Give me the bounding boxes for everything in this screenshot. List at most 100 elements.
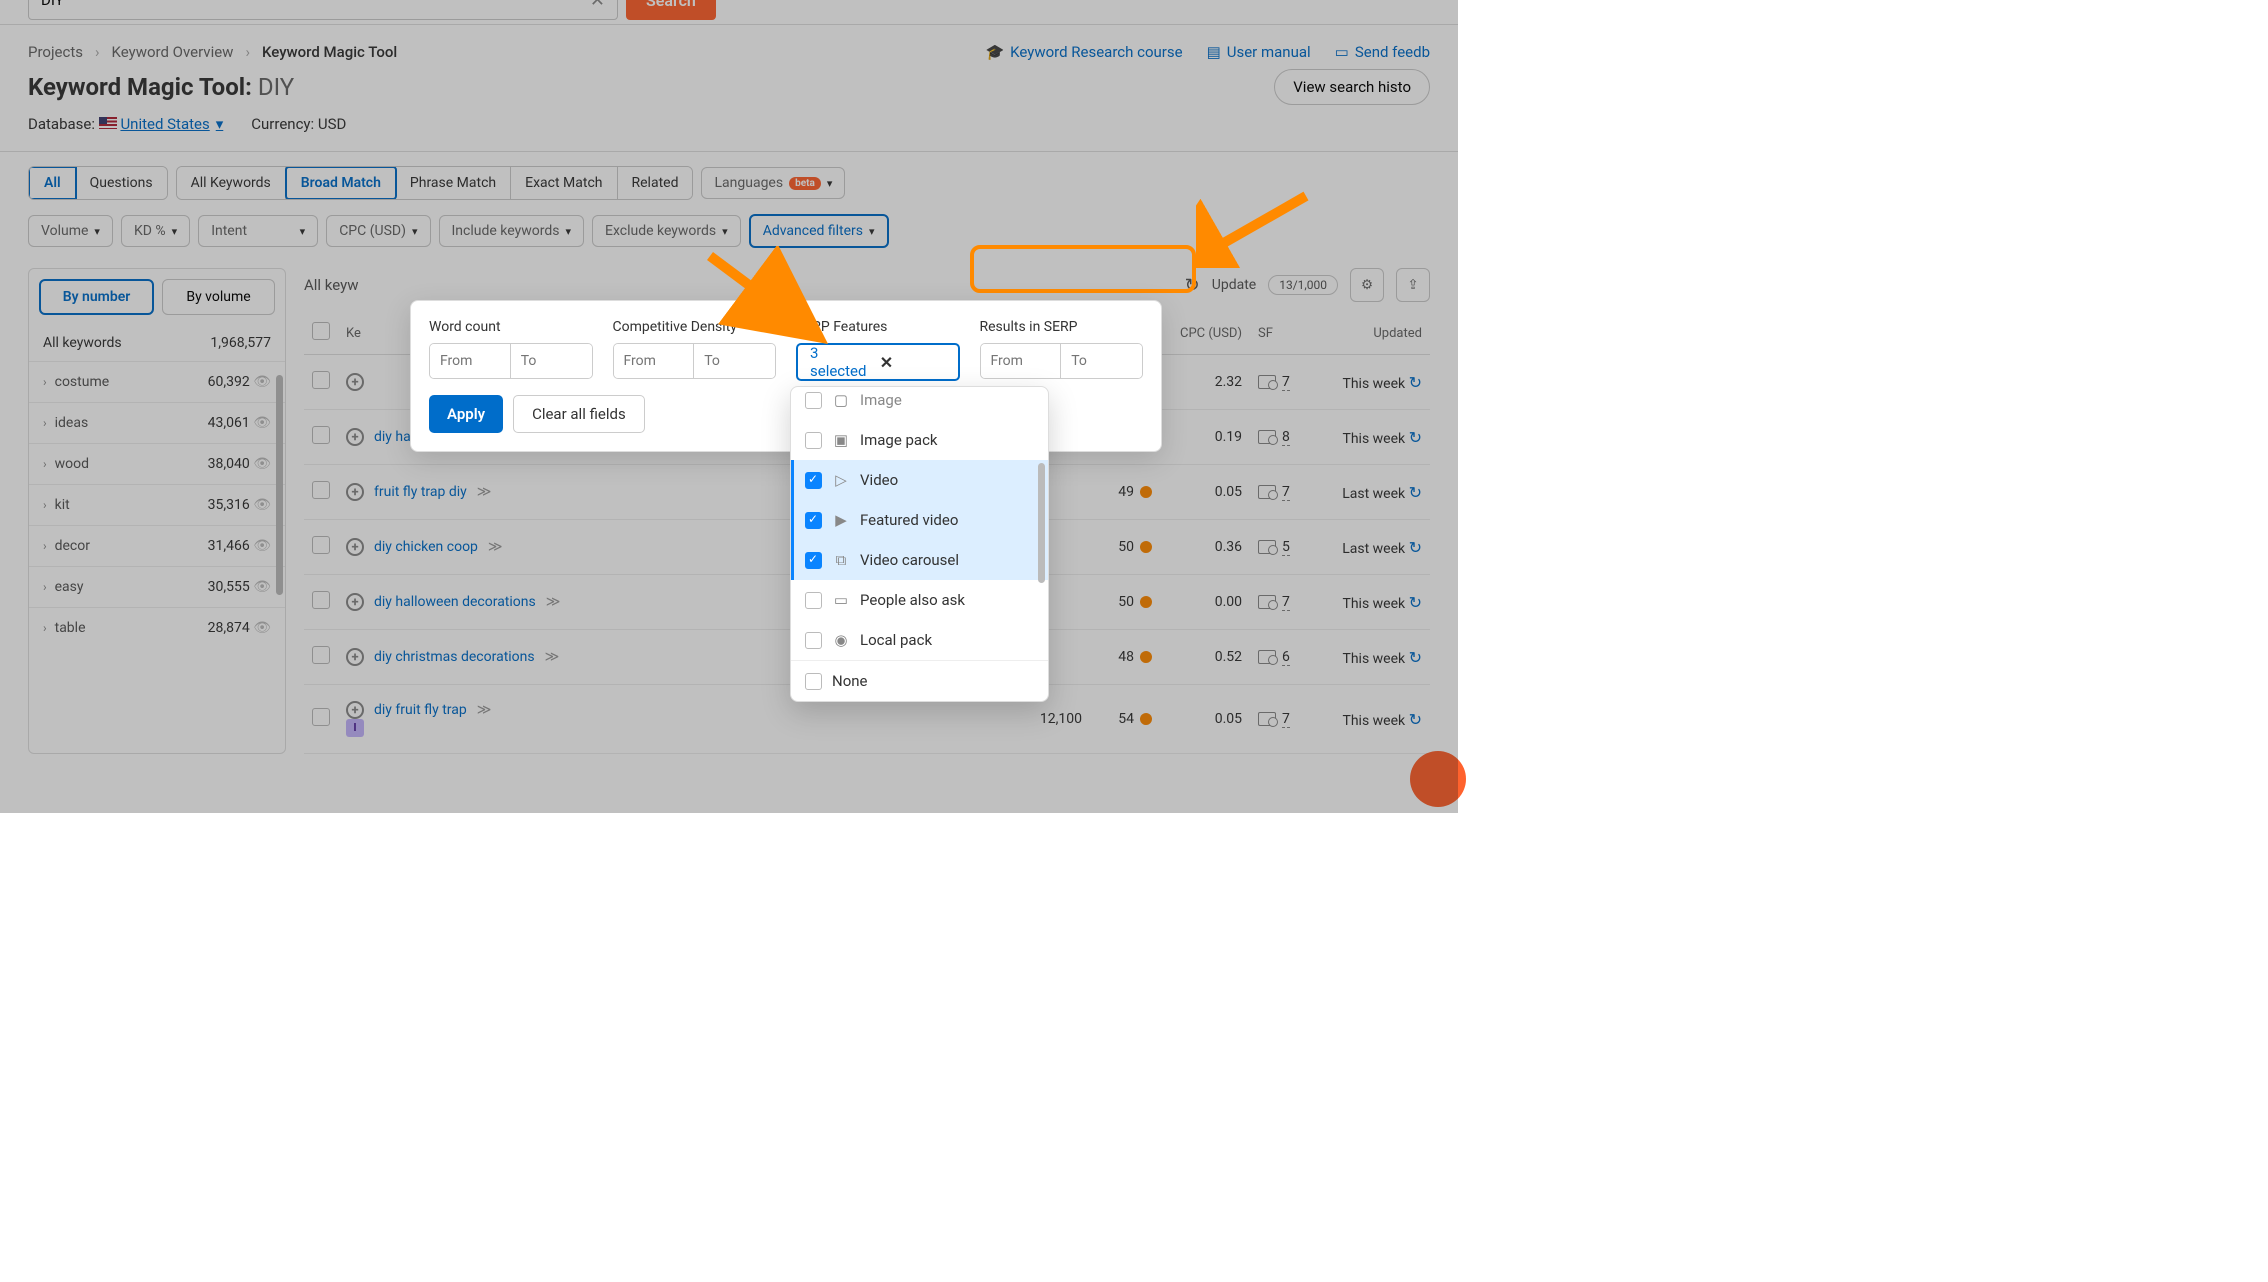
keyword-link[interactable]: fruit fly trap diy <box>374 484 467 500</box>
refresh-icon[interactable]: ↻ <box>1185 275 1200 296</box>
word-count-to[interactable] <box>511 344 592 378</box>
keyword-link[interactable]: diy fruit fly trap <box>374 702 467 718</box>
add-keyword-icon[interactable]: + <box>346 593 364 611</box>
word-count-from[interactable] <box>430 344 511 378</box>
kd-filter[interactable]: KD %▾ <box>121 215 190 247</box>
checkbox[interactable] <box>805 472 822 489</box>
add-keyword-icon[interactable]: + <box>346 373 364 391</box>
row-checkbox[interactable] <box>312 591 330 609</box>
serp-feature-icon[interactable] <box>1258 430 1276 444</box>
refresh-icon[interactable]: ↻ <box>1409 593 1422 612</box>
row-checkbox[interactable] <box>312 708 330 726</box>
advanced-filters-button[interactable]: Advanced filters▾ <box>749 214 889 248</box>
sidebar-item[interactable]: ›easy30,555 👁 <box>29 566 285 607</box>
sidebar-tab-by-volume[interactable]: By volume <box>162 279 275 315</box>
clear-search-icon[interactable]: ✕ <box>590 0 605 11</box>
serp-feature-icon[interactable] <box>1258 540 1276 554</box>
view-history-button[interactable]: View search histo <box>1274 69 1430 105</box>
comp-density-from[interactable] <box>614 344 695 378</box>
results-serp-to[interactable] <box>1061 344 1142 378</box>
serp-feature-icon[interactable] <box>1258 485 1276 499</box>
sidebar-item[interactable]: ›ideas43,061 👁 <box>29 402 285 443</box>
breadcrumb-projects[interactable]: Projects <box>28 43 83 61</box>
results-serp-from[interactable] <box>981 344 1062 378</box>
row-checkbox[interactable] <box>312 371 330 389</box>
help-fab[interactable] <box>1410 751 1466 807</box>
keyword-link[interactable]: diy halloween decorations <box>374 594 536 610</box>
database-select[interactable]: United States ▾ <box>120 115 223 133</box>
add-keyword-icon[interactable]: + <box>346 428 364 446</box>
row-checkbox[interactable] <box>312 536 330 554</box>
scrollbar[interactable] <box>1038 463 1045 583</box>
eye-icon[interactable]: 👁 <box>253 497 271 513</box>
eye-icon[interactable]: 👁 <box>253 415 271 431</box>
refresh-icon[interactable]: ↻ <box>1409 710 1422 729</box>
add-keyword-icon[interactable]: + <box>346 701 364 719</box>
serp-option-none[interactable]: None <box>791 661 1048 701</box>
intent-filter[interactable]: Intent▾ <box>198 215 318 247</box>
serp-option-featured-video[interactable]: ▶Featured video <box>791 500 1048 540</box>
serp-option-video[interactable]: ▷Video <box>791 460 1048 500</box>
checkbox[interactable] <box>805 552 822 569</box>
volume-filter[interactable]: Volume▾ <box>28 215 113 247</box>
refresh-icon[interactable]: ↻ <box>1409 483 1422 502</box>
sidebar-item[interactable]: ›wood38,040 👁 <box>29 443 285 484</box>
checkbox[interactable] <box>805 632 822 649</box>
user-manual-link[interactable]: ▤User manual <box>1207 43 1311 61</box>
col-updated[interactable]: Updated <box>1320 312 1430 355</box>
row-checkbox[interactable] <box>312 426 330 444</box>
serp-feature-icon[interactable] <box>1258 595 1276 609</box>
clear-serp-icon[interactable]: ✕ <box>876 353 950 372</box>
col-sf[interactable]: SF <box>1250 312 1320 355</box>
breadcrumb-overview[interactable]: Keyword Overview <box>112 43 234 61</box>
sidebar-item[interactable]: ›kit35,316 👁 <box>29 484 285 525</box>
tab-questions[interactable]: Questions <box>76 167 167 199</box>
search-button[interactable]: Search <box>626 0 716 20</box>
search-field[interactable]: ✕ <box>28 0 618 20</box>
tab-all-keywords[interactable]: All Keywords <box>177 167 286 199</box>
eye-icon[interactable]: 👁 <box>253 620 271 636</box>
add-keyword-icon[interactable]: + <box>346 538 364 556</box>
serp-option-image[interactable]: ▢Image <box>791 387 1048 420</box>
search-input[interactable] <box>41 0 590 9</box>
eye-icon[interactable]: 👁 <box>253 538 271 554</box>
serp-option-video-carousel[interactable]: ⧉Video carousel <box>791 540 1048 580</box>
serp-option-local-pack[interactable]: ◉Local pack <box>791 620 1048 660</box>
tab-exact-match[interactable]: Exact Match <box>511 167 617 199</box>
serp-option-image-pack[interactable]: ▣Image pack <box>791 420 1048 460</box>
keyword-link[interactable]: diy christmas decorations <box>374 649 535 665</box>
include-keywords-filter[interactable]: Include keywords▾ <box>439 215 584 247</box>
add-keyword-icon[interactable]: + <box>346 648 364 666</box>
cpc-filter[interactable]: CPC (USD)▾ <box>326 215 430 247</box>
sidebar-item[interactable]: ›table28,874 👁 <box>29 607 285 648</box>
tab-phrase-match[interactable]: Phrase Match <box>396 167 511 199</box>
sidebar-item[interactable]: ›costume60,392 👁 <box>29 361 285 402</box>
tab-related[interactable]: Related <box>618 167 693 199</box>
serp-option-people-also-ask[interactable]: ▭People also ask <box>791 580 1048 620</box>
sidebar-item[interactable]: ›decor31,466 👁 <box>29 525 285 566</box>
apply-button[interactable]: Apply <box>429 395 503 433</box>
checkbox[interactable] <box>805 673 822 690</box>
checkbox[interactable] <box>805 392 822 409</box>
serp-feature-icon[interactable] <box>1258 650 1276 664</box>
checkbox[interactable] <box>805 432 822 449</box>
clear-fields-button[interactable]: Clear all fields <box>513 395 645 433</box>
serp-feature-icon[interactable] <box>1258 375 1276 389</box>
keyword-link[interactable]: diy chicken coop <box>374 539 478 555</box>
send-feedback-link[interactable]: ▭Send feedb <box>1335 43 1430 61</box>
tab-broad-match[interactable]: Broad Match <box>285 166 397 200</box>
eye-icon[interactable]: 👁 <box>253 579 271 595</box>
row-checkbox[interactable] <box>312 646 330 664</box>
languages-filter[interactable]: Languages beta ▾ <box>701 167 845 199</box>
sidebar-tab-by-number[interactable]: By number <box>39 279 154 315</box>
tab-all[interactable]: All <box>28 166 77 200</box>
select-all-checkbox[interactable] <box>312 322 330 340</box>
export-button[interactable]: ⇪ <box>1396 268 1430 302</box>
col-cpc[interactable]: CPC (USD) <box>1160 312 1250 355</box>
eye-icon[interactable]: 👁 <box>253 456 271 472</box>
eye-icon[interactable]: 👁 <box>253 374 271 390</box>
refresh-icon[interactable]: ↻ <box>1409 428 1422 447</box>
refresh-icon[interactable]: ↻ <box>1409 648 1422 667</box>
exclude-keywords-filter[interactable]: Exclude keywords▾ <box>592 215 741 247</box>
checkbox[interactable] <box>805 512 822 529</box>
